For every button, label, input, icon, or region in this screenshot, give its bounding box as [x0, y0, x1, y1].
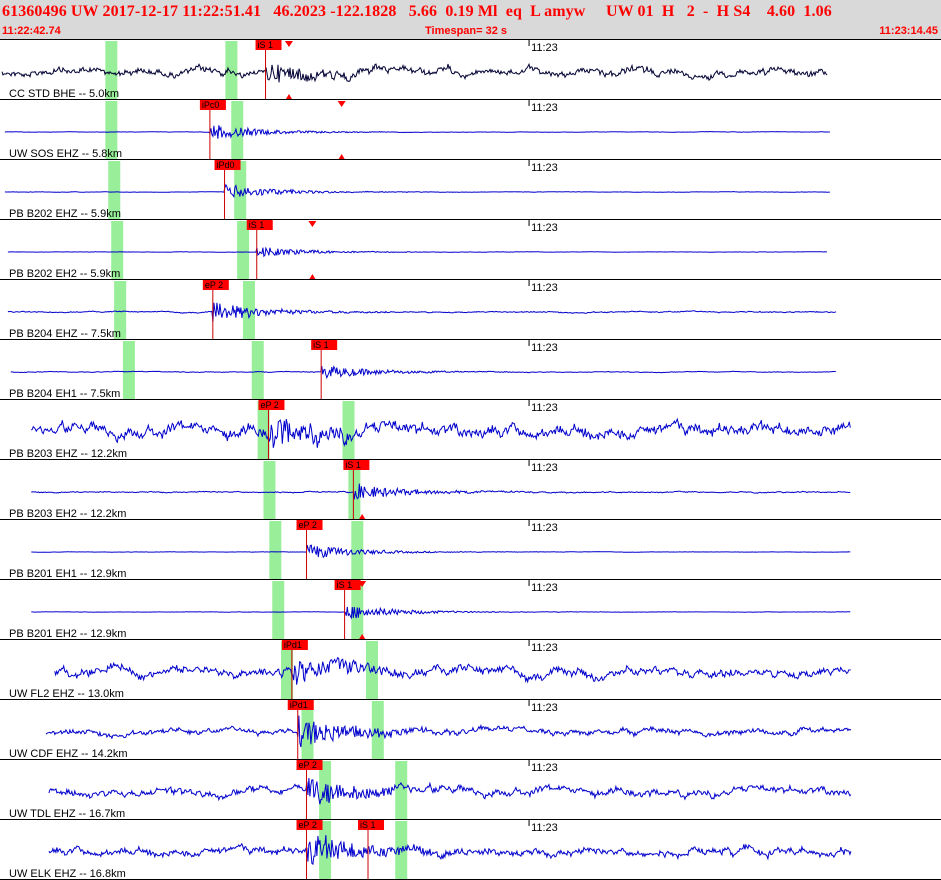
seismogram-panel[interactable]: iS 1 11:23 CC STD BHE -- 5.0km iPc0 11:23 UW …	[0, 40, 941, 880]
channel-label: PB B203 EH2 -- 12.2km	[9, 508, 126, 520]
analysis-window	[272, 581, 285, 640]
time-tick-label: 11:23	[531, 102, 558, 114]
channel-label: UW SOS EHZ -- 5.8km	[9, 148, 122, 160]
time-tick-label: 11:23	[531, 642, 558, 654]
waveform	[7, 246, 827, 258]
trace-row[interactable]: eP 2 11:23 UW TDL EHZ -- 16.7km	[0, 760, 941, 820]
pick-label: eP 2	[205, 280, 223, 290]
trace-row[interactable]: eP 2 11:23 PB B203 EHZ -- 12.2km	[0, 400, 941, 460]
waveform	[4, 183, 830, 199]
timespan-label: Timespan= 32 s	[425, 25, 508, 37]
channel-label: PB B201 EH2 -- 12.9km	[9, 628, 126, 640]
trace-row[interactable]: iS 1 11:23 PB B204 EH1 -- 7.5km	[0, 340, 941, 400]
pick-triangle	[338, 154, 345, 159]
trace-row[interactable]: iPd0 11:23 PB B202 EHZ -- 5.9km	[0, 160, 941, 220]
pick-label: iS 1	[249, 220, 265, 230]
channel-label: UW ELK EHZ -- 16.8km	[9, 868, 126, 880]
waveform	[4, 125, 830, 139]
pick-label: eP 2	[299, 820, 317, 830]
analysis-window	[395, 761, 408, 820]
pick-triangle	[284, 41, 293, 47]
channel-label: UW TDL EHZ -- 16.7km	[9, 808, 125, 820]
time-tick-label: 11:23	[531, 402, 558, 414]
pick-label: iS 1	[360, 820, 376, 830]
channel-label: PB B202 EH2 -- 5.9km	[9, 268, 120, 280]
time-tick-label: 11:23	[531, 282, 558, 294]
waveform	[45, 715, 852, 748]
start-time: 11:22:42.74	[2, 25, 61, 37]
channel-label: PB B203 EHZ -- 12.2km	[9, 448, 127, 460]
channel-label: CC STD BHE -- 5.0km	[9, 88, 119, 100]
pick-label: iS 1	[258, 40, 274, 50]
waveform	[31, 606, 851, 620]
waveform	[30, 417, 851, 448]
trace-row[interactable]: iS 1 11:23 PB B202 EH2 -- 5.9km	[0, 220, 941, 280]
analysis-window	[342, 401, 355, 460]
analysis-window	[269, 521, 282, 580]
pick-label: iS 1	[313, 340, 329, 350]
analysis-window	[251, 341, 264, 400]
time-tick-label: 11:23	[531, 42, 558, 54]
time-tick-label: 11:23	[531, 342, 558, 354]
pick-label: eP 2	[260, 400, 278, 410]
time-tick-label: 11:23	[531, 762, 558, 774]
pick-triangle	[308, 221, 317, 227]
channel-label: UW FL2 EHZ -- 13.0km	[9, 688, 124, 700]
trace-row[interactable]: iPd1 11:23 UW FL2 EHZ -- 13.0km	[0, 640, 941, 700]
time-tick-label: 11:23	[531, 222, 558, 234]
time-tick-label: 11:23	[531, 522, 558, 534]
pick-label: iS 1	[337, 580, 353, 590]
channel-label: UW CDF EHZ -- 14.2km	[9, 748, 128, 760]
waveform	[1, 62, 828, 83]
pick-label: eP 2	[299, 520, 317, 530]
pick-label: eP 2	[299, 760, 317, 770]
pick-triangle	[285, 94, 292, 99]
trace-row[interactable]: iPd1 11:23 UW CDF EHZ -- 14.2km	[0, 700, 941, 760]
analysis-window	[263, 461, 276, 520]
channel-label: PB B202 EHZ -- 5.9km	[9, 208, 121, 220]
trace-row[interactable]: eP 2 11:23 PB B201 EH1 -- 12.9km	[0, 520, 941, 580]
end-time: 11:23:14.45	[879, 25, 938, 37]
pick-label: iPd1	[290, 700, 308, 710]
trace-row[interactable]: iPc0 11:23 UW SOS EHZ -- 5.8km	[0, 100, 941, 160]
waveform	[31, 544, 851, 559]
waveform	[48, 777, 852, 805]
channel-label: PB B201 EH1 -- 12.9km	[9, 568, 126, 580]
pick-label: iPd0	[217, 160, 235, 170]
trace-row[interactable]: eP 2 11:23 PB B204 EHZ -- 7.5km	[0, 280, 941, 340]
trace-row[interactable]: iS 1 11:23 PB B201 EH2 -- 12.9km	[0, 580, 941, 640]
channel-label: PB B204 EHZ -- 7.5km	[9, 328, 121, 340]
pick-triangle	[337, 101, 346, 107]
time-tick-label: 11:23	[531, 162, 558, 174]
channel-label: PB B204 EH1 -- 7.5km	[9, 388, 120, 400]
waveform	[7, 302, 837, 322]
time-tick-label: 11:23	[531, 582, 558, 594]
event-title: 61360496 UW 2017-12-17 11:22:51.41 46.20…	[2, 3, 832, 20]
event-header: 61360496 UW 2017-12-17 11:22:51.41 46.20…	[0, 0, 941, 40]
trace-row[interactable]: iS 1 11:23 CC STD BHE -- 5.0km	[0, 40, 941, 100]
pick-label: iPc0	[202, 100, 220, 110]
trace-row[interactable]: iS 1 11:23PB B203 EH2 -- 12.2km	[0, 460, 941, 520]
time-tick-label: 11:23	[531, 822, 558, 834]
time-tick-label: 11:23	[531, 462, 558, 474]
waveform	[31, 483, 851, 500]
time-tick-label: 11:23	[531, 702, 558, 714]
trace-row[interactable]: eP 2 iS 1 11:23 UW ELK EHZ -- 16.8km	[0, 820, 941, 880]
pick-triangle	[309, 274, 316, 279]
waveform	[54, 656, 851, 685]
analysis-window	[122, 341, 135, 400]
waveform	[48, 835, 852, 866]
pick-label: iPd1	[284, 640, 302, 650]
